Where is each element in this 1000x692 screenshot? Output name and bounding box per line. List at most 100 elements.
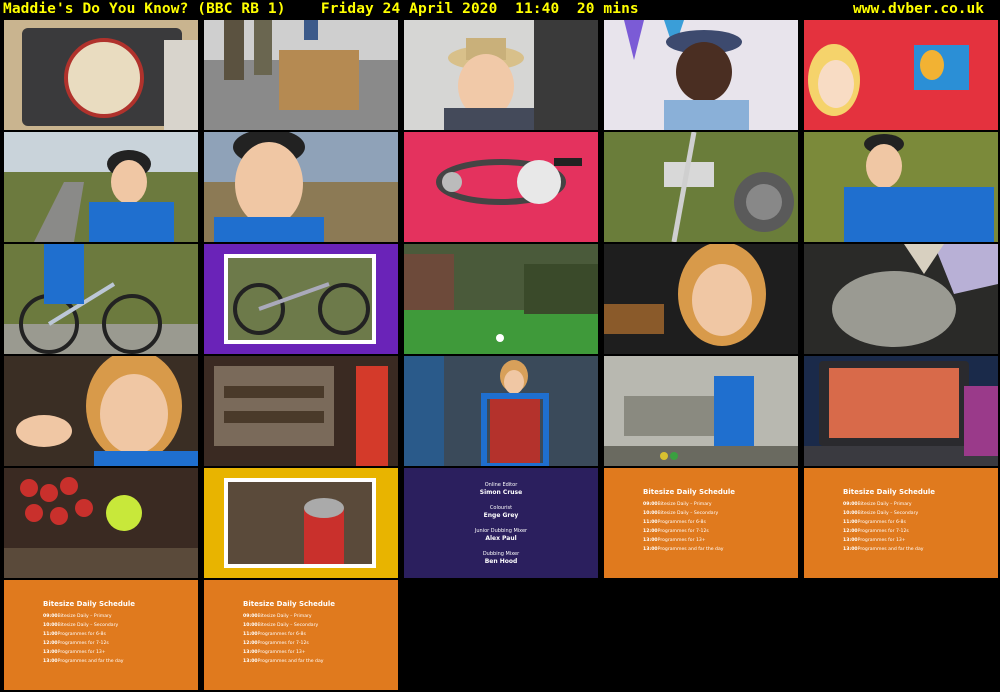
- programme-title: Maddie's Do You Know? (BBC RB 1) Friday …: [3, 1, 639, 17]
- schedule-label: Programmes and far the day: [857, 547, 924, 552]
- schedule-time: 13:00: [243, 650, 258, 655]
- thumbnail-presenter-indoor[interactable]: [604, 244, 798, 354]
- schedule-label: Programmes for 7-12s: [257, 641, 309, 646]
- thumbnail-workshop[interactable]: [604, 356, 798, 466]
- thumbnail-presenter-hands[interactable]: [4, 356, 198, 466]
- schedule-row: 11:00Programmes for 6-8s: [43, 632, 106, 637]
- schedule-time: 13:00: [643, 547, 658, 552]
- credit-role: Dubbing Mixer: [482, 551, 520, 557]
- schedule-row: 13:00Programmes for 13+: [643, 538, 706, 543]
- schedule-label: Programmes and far the day: [57, 659, 124, 664]
- schedule-label: Programmes for 13+: [257, 650, 306, 655]
- thumbnail-presenter-closeup[interactable]: [204, 132, 398, 242]
- thumbnail-pie-tray[interactable]: [4, 20, 198, 130]
- thumbnail-cartoon[interactable]: [804, 20, 998, 130]
- schedule-label: Bitesize Daily – Primary: [857, 502, 912, 507]
- schedule-title: Bitesize Daily Schedule: [243, 600, 336, 608]
- thumbnail-framed-bike[interactable]: [204, 244, 398, 354]
- schedule-label: Programmes for 13+: [57, 650, 106, 655]
- schedule-label: Programmes for 7-12s: [657, 529, 709, 534]
- schedule-row: 11:00Programmes for 6-8s: [843, 520, 906, 525]
- schedule-time: 12:00: [243, 641, 258, 646]
- schedule-time: 11:00: [643, 520, 658, 525]
- thumbnail-cardboard-box[interactable]: [204, 20, 398, 130]
- thumbnail-garden[interactable]: [404, 244, 598, 354]
- thumbnail-red-balls[interactable]: [4, 468, 198, 578]
- schedule-label: Bitesize Daily – Secondary: [657, 511, 719, 516]
- schedule-time: 13:00: [843, 538, 858, 543]
- credit-name: Alex Paul: [485, 535, 517, 542]
- schedule-row: 13:00Programmes and far the day: [43, 659, 124, 664]
- thumbnail-presenter-factory[interactable]: [404, 356, 598, 466]
- schedule-label: Programmes for 6-8s: [857, 520, 906, 525]
- credit-name: Simon Cruse: [479, 489, 523, 496]
- thumbnail-cyclist-lane[interactable]: [4, 132, 198, 242]
- credit-name: Enge Grey: [483, 512, 519, 519]
- schedule-row: 10:00Bitesize Daily – Secondary: [843, 511, 918, 516]
- schedule-time: 13:00: [843, 547, 858, 552]
- thumbnail-bike-chain[interactable]: [404, 132, 598, 242]
- schedule-label: Programmes for 13+: [657, 538, 706, 543]
- schedule-time: 12:00: [43, 641, 58, 646]
- schedule-row: 09:00Bitesize Daily – Primary: [243, 614, 312, 619]
- schedule-label: Bitesize Daily – Secondary: [857, 511, 919, 516]
- schedule-card: Bitesize Daily Schedule 09:00Bitesize Dai…: [4, 580, 198, 690]
- schedule-time: 10:00: [843, 511, 858, 516]
- schedule-row: 12:00Programmes for 7-12s: [843, 529, 909, 534]
- schedule-label: Programmes and far the day: [657, 547, 724, 552]
- thumbnail-laptop[interactable]: [804, 356, 998, 466]
- credit-role: Junior Dubbing Mixer: [474, 528, 528, 534]
- schedule-label: Bitesize Daily – Primary: [257, 614, 312, 619]
- schedule-row: 13:00Programmes for 13+: [243, 650, 306, 655]
- schedule-row: 12:00Programmes for 7-12s: [43, 641, 109, 646]
- thumbnail-bicycle-side[interactable]: [4, 244, 198, 354]
- header-bar: Maddie's Do You Know? (BBC RB 1) Friday …: [0, 0, 1000, 20]
- schedule-time: 10:00: [643, 511, 658, 516]
- schedule-row: 10:00Bitesize Daily – Secondary: [43, 623, 118, 628]
- schedule-time: 12:00: [843, 529, 858, 534]
- credit-role: Colourist: [489, 505, 513, 511]
- thumbnail-machinery[interactable]: [204, 356, 398, 466]
- schedule-time: 10:00: [243, 623, 258, 628]
- schedule-row: 12:00Programmes for 7-12s: [643, 529, 709, 534]
- schedule-time: 11:00: [843, 520, 858, 525]
- schedule-card: Bitesize Daily Schedule 09:00Bitesize Dai…: [204, 580, 398, 690]
- thumbnail-presenter-happy[interactable]: [804, 132, 998, 242]
- schedule-row: 10:00Bitesize Daily – Secondary: [643, 511, 718, 516]
- credits-card: Online Editor Simon Cruse Colourist Enge…: [404, 468, 598, 578]
- schedule-row: 09:00Bitesize Daily – Primary: [643, 502, 712, 507]
- schedule-label: Bitesize Daily – Secondary: [57, 623, 119, 628]
- thumbnail-bike-pedal[interactable]: [604, 132, 798, 242]
- schedule-row: 13:00Programmes for 13+: [843, 538, 906, 543]
- thumbnail-framed-gas[interactable]: [204, 468, 398, 578]
- schedule-time: 09:00: [243, 614, 258, 619]
- schedule-time: 11:00: [243, 632, 258, 637]
- schedule-title: Bitesize Daily Schedule: [43, 600, 136, 608]
- schedule-time: 09:00: [843, 502, 858, 507]
- schedule-time: 13:00: [643, 538, 658, 543]
- thumbnail-boy-bunting[interactable]: [604, 20, 798, 130]
- site-link[interactable]: www.dvber.co.uk: [853, 1, 984, 17]
- schedule-label: Programmes for 6-8s: [57, 632, 106, 637]
- schedule-label: Programmes for 7-12s: [57, 641, 109, 646]
- schedule-row: 13:00Programmes and far the day: [643, 547, 724, 552]
- schedule-label: Programmes for 6-8s: [257, 632, 306, 637]
- schedule-row: 13:00Programmes and far the day: [243, 659, 324, 664]
- schedule-time: 13:00: [43, 650, 58, 655]
- schedule-row: 09:00Bitesize Daily – Primary: [43, 614, 112, 619]
- thumbnail-boy-hat[interactable]: [404, 20, 598, 130]
- schedule-title: Bitesize Daily Schedule: [843, 488, 936, 496]
- schedule-row: 13:00Programmes and far the day: [843, 547, 924, 552]
- thumbnail-grid: Online Editor Simon Cruse Colourist Enge…: [0, 20, 1000, 692]
- thumbnail-plastic-closeup[interactable]: [804, 244, 998, 354]
- schedule-label: Bitesize Daily – Primary: [657, 502, 712, 507]
- schedule-label: Programmes for 6-8s: [657, 520, 706, 525]
- schedule-label: Programmes and far the day: [257, 659, 324, 664]
- schedule-time: 11:00: [43, 632, 58, 637]
- schedule-card: Bitesize Daily Schedule 09:00Bitesize Dai…: [804, 468, 998, 578]
- schedule-label: Bitesize Daily – Primary: [57, 614, 112, 619]
- schedule-label: Bitesize Daily – Secondary: [257, 623, 319, 628]
- schedule-time: 09:00: [43, 614, 58, 619]
- schedule-time: 13:00: [243, 659, 258, 664]
- credit-name: Ben Hood: [484, 558, 518, 565]
